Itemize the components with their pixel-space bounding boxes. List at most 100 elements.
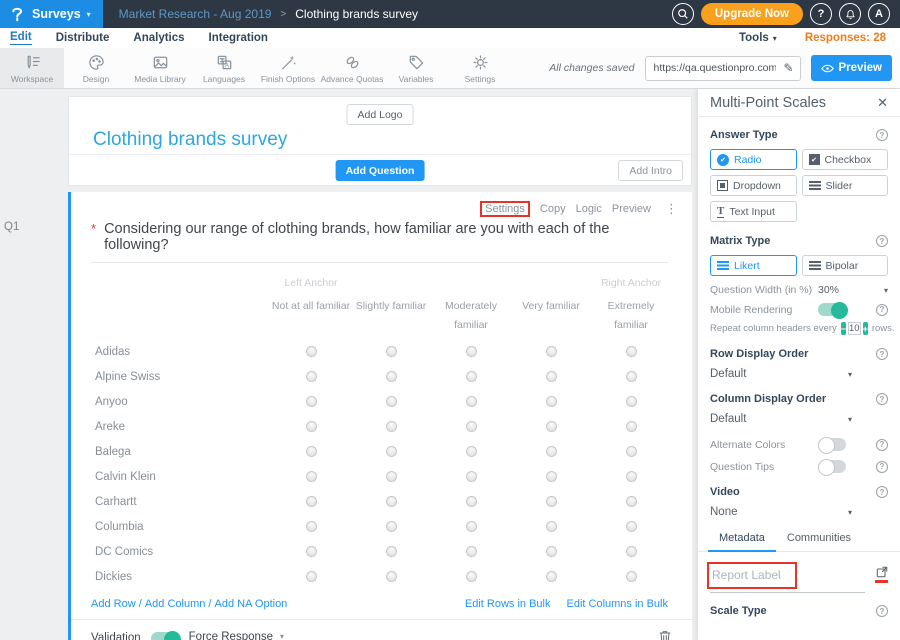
radio-button[interactable] [466, 471, 477, 482]
increment-button[interactable]: + [863, 322, 868, 335]
radio-button[interactable] [546, 496, 557, 507]
radio-button[interactable] [546, 546, 557, 557]
alternate-colors-toggle[interactable] [818, 438, 846, 451]
add-question-button[interactable]: Add Question [336, 160, 425, 181]
sidebar-tab-communities[interactable]: Communities [776, 530, 862, 551]
option-checkbox[interactable]: Checkbox [802, 149, 889, 170]
notifications-button[interactable] [839, 3, 861, 25]
toolbar-item-design[interactable]: Design [64, 48, 128, 88]
question-action-settings[interactable]: Settings [480, 201, 530, 217]
toolbar-item-finish-options[interactable]: Finish Options [256, 48, 320, 88]
radio-button[interactable] [466, 396, 477, 407]
help-icon[interactable] [876, 304, 888, 316]
responses-count[interactable]: Responses: 28 [805, 32, 886, 44]
sidebar-tab-metadata[interactable]: Metadata [708, 530, 776, 552]
preview-button[interactable]: Preview [811, 55, 892, 81]
radio-button[interactable] [626, 396, 637, 407]
radio-button[interactable] [306, 496, 317, 507]
radio-button[interactable] [626, 371, 637, 382]
close-icon[interactable] [877, 95, 888, 111]
radio-button[interactable] [306, 396, 317, 407]
radio-button[interactable] [386, 371, 397, 382]
survey-title[interactable]: Clothing brands survey [93, 129, 287, 151]
link-edit-rows-in-bulk[interactable]: Edit Rows in Bulk [465, 598, 551, 610]
tools-menu[interactable]: Tools [739, 32, 777, 44]
column-display-order-select[interactable]: Default [710, 413, 852, 425]
radio-button[interactable] [626, 471, 637, 482]
decrement-button[interactable]: − [841, 322, 846, 335]
menu-tab-distribute[interactable]: Distribute [56, 32, 110, 45]
help-icon[interactable] [876, 461, 888, 473]
radio-button[interactable] [626, 446, 637, 457]
breadcrumb-folder-link[interactable]: Market Research - Aug 2019 [119, 7, 272, 21]
radio-button[interactable] [306, 446, 317, 457]
help-icon[interactable] [876, 393, 888, 405]
option-bipolar[interactable]: Bipolar [802, 255, 889, 276]
question-action-logic[interactable]: Logic [576, 203, 602, 215]
radio-button[interactable] [626, 571, 637, 582]
radio-button[interactable] [306, 471, 317, 482]
more-options-icon[interactable] [665, 201, 678, 217]
radio-button[interactable] [466, 571, 477, 582]
radio-button[interactable] [466, 521, 477, 532]
add-logo-button[interactable]: Add Logo [347, 104, 414, 125]
radio-button[interactable] [466, 546, 477, 557]
radio-button[interactable] [626, 346, 637, 357]
radio-button[interactable] [546, 446, 557, 457]
option-likert[interactable]: Likert [710, 255, 797, 276]
radio-button[interactable] [466, 496, 477, 507]
account-avatar[interactable]: A [868, 3, 890, 25]
link-add-na-option[interactable]: Add NA Option [215, 598, 288, 610]
search-button[interactable] [672, 3, 694, 25]
toolbar-item-media-library[interactable]: Media Library [128, 48, 192, 88]
delete-question-button[interactable] [658, 629, 672, 640]
radio-button[interactable] [386, 571, 397, 582]
radio-button[interactable] [386, 521, 397, 532]
repeat-headers-value[interactable]: 10 [848, 322, 861, 335]
radio-button[interactable] [546, 346, 557, 357]
toolbar-item-workspace[interactable]: Workspace [0, 48, 64, 88]
radio-button[interactable] [546, 521, 557, 532]
radio-button[interactable] [386, 496, 397, 507]
report-label-field[interactable]: Report Label [710, 562, 865, 593]
validation-option-select[interactable]: Force Response [189, 631, 284, 640]
radio-button[interactable] [306, 521, 317, 532]
radio-button[interactable] [306, 571, 317, 582]
radio-button[interactable] [386, 421, 397, 432]
menu-tab-integration[interactable]: Integration [209, 32, 268, 45]
help-icon[interactable] [876, 348, 888, 360]
product-switcher[interactable]: Surveys [0, 0, 103, 28]
radio-button[interactable] [546, 571, 557, 582]
question-text[interactable]: Considering our range of clothing brands… [104, 221, 668, 253]
link-add-column[interactable]: Add Column [145, 598, 206, 610]
validation-toggle[interactable] [151, 632, 179, 640]
help-icon[interactable] [876, 486, 888, 498]
toolbar-item-advance-quotas[interactable]: Advance Quotas [320, 48, 384, 88]
radio-button[interactable] [546, 371, 557, 382]
option-text-input[interactable]: Text Input [710, 201, 797, 222]
radio-button[interactable] [306, 546, 317, 557]
radio-button[interactable] [386, 471, 397, 482]
question-action-copy[interactable]: Copy [540, 203, 566, 215]
radio-button[interactable] [546, 396, 557, 407]
link-edit-columns-in-bulk[interactable]: Edit Columns in Bulk [567, 598, 669, 610]
radio-button[interactable] [306, 346, 317, 357]
help-icon[interactable] [876, 129, 888, 141]
question-tips-toggle[interactable] [818, 460, 846, 473]
option-slider[interactable]: Slider [802, 175, 889, 196]
toolbar-item-variables[interactable]: Variables [384, 48, 448, 88]
mobile-rendering-toggle[interactable] [818, 303, 846, 316]
chevron-down-icon[interactable] [884, 286, 888, 295]
radio-button[interactable] [466, 446, 477, 457]
radio-button[interactable] [386, 346, 397, 357]
report-label-expand[interactable] [875, 562, 888, 583]
radio-button[interactable] [626, 421, 637, 432]
row-display-order-select[interactable]: Default [710, 368, 852, 380]
menu-tab-analytics[interactable]: Analytics [133, 32, 184, 45]
radio-button[interactable] [386, 396, 397, 407]
question-width-value[interactable]: 30% [818, 284, 884, 296]
option-dropdown[interactable]: Dropdown [710, 175, 797, 196]
help-icon[interactable] [876, 235, 888, 247]
edit-url-pencil-icon[interactable] [778, 57, 800, 80]
radio-button[interactable] [466, 421, 477, 432]
